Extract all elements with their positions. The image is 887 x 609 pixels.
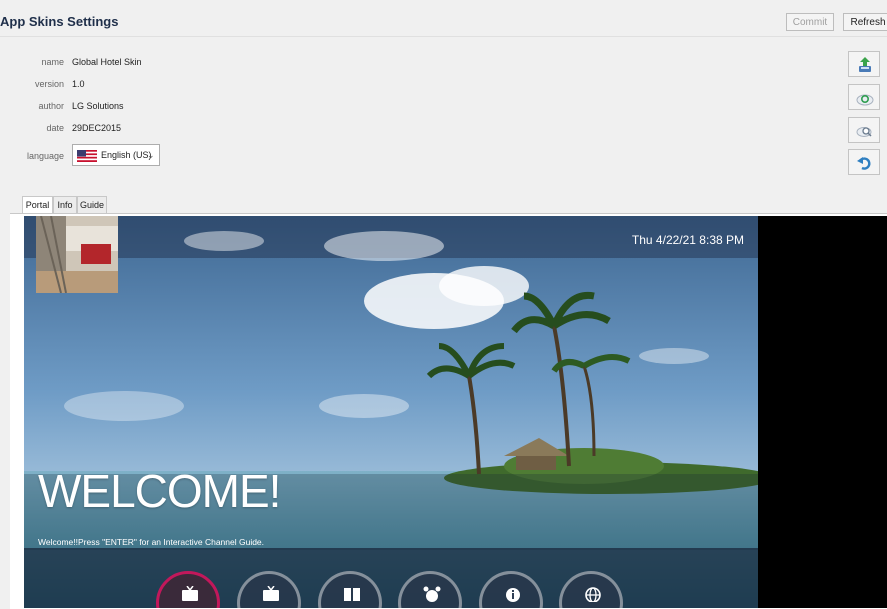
info-icon: [506, 588, 520, 602]
commit-button[interactable]: Commit: [786, 13, 834, 31]
language-value: English (US): [101, 150, 152, 160]
book-icon: [344, 588, 360, 601]
portal-preview: Thu 4/22/21 8:38 PM WELCOME! Welcome!!Pr…: [24, 216, 758, 608]
cloud-refresh-button[interactable]: [848, 84, 880, 110]
alarm-clock-icon: [423, 586, 441, 602]
menu-bar: [24, 548, 758, 608]
datetime-display: Thu 4/22/21 8:38 PM: [631, 233, 744, 247]
meta-value: 1.0: [72, 79, 85, 89]
hotel-lobby-image: [36, 216, 118, 293]
refresh-button[interactable]: Refresh: [843, 13, 887, 31]
language-label: language: [26, 151, 64, 161]
tv-guide-icon: [263, 586, 279, 601]
meta-label: author: [38, 101, 64, 111]
undo-icon: [857, 157, 871, 170]
tv-icon: [182, 586, 198, 601]
cloud-search-button[interactable]: [848, 117, 880, 143]
cloud-search-icon: [856, 127, 872, 137]
meta-label: version: [34, 79, 64, 89]
chevron-down-icon: ⌄: [147, 150, 155, 160]
preview-empty-area: [758, 216, 887, 608]
meta-label: name: [41, 57, 64, 67]
meta-value: 29DEC2015: [72, 123, 122, 133]
tab-info[interactable]: Info: [53, 196, 77, 213]
page-title: App Skins Settings: [0, 14, 119, 29]
us-flag-icon: [77, 150, 97, 162]
header-bar: App Skins Settings Commit Refresh: [0, 0, 887, 37]
undo-button[interactable]: [848, 149, 880, 175]
tab-guide[interactable]: Guide: [77, 196, 107, 213]
upload-button[interactable]: [848, 51, 880, 77]
language-select[interactable]: English (US) ⌄: [72, 144, 160, 166]
meta-label: date: [46, 123, 64, 133]
welcome-title: WELCOME!: [38, 465, 281, 517]
cloud-refresh-icon: [856, 94, 874, 106]
upload-icon: [859, 57, 871, 72]
welcome-subtitle: Welcome!!Press "ENTER" for an Interactiv…: [38, 537, 265, 547]
meta-value: Global Hotel Skin: [72, 57, 142, 67]
tab-portal[interactable]: Portal: [22, 196, 53, 214]
meta-value: LG Solutions: [72, 101, 124, 111]
globe-icon: [585, 587, 601, 602]
